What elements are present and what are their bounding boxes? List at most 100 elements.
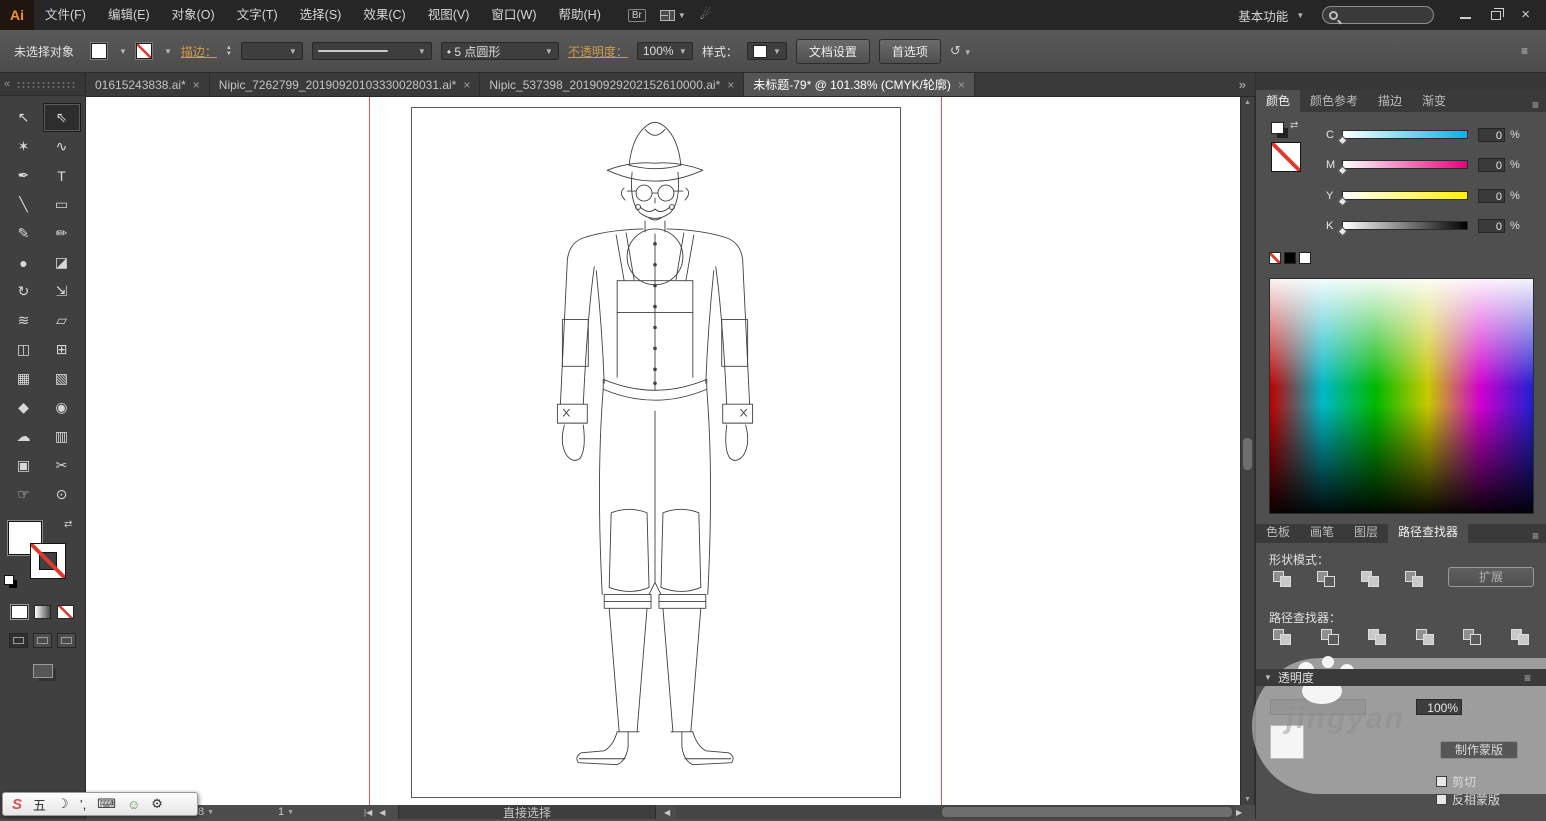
fill-swatch[interactable] bbox=[91, 43, 108, 59]
search-input[interactable] bbox=[1322, 6, 1435, 24]
white-swatch[interactable] bbox=[1299, 252, 1311, 264]
close-tab-icon[interactable]: × bbox=[463, 78, 470, 92]
black-slider[interactable] bbox=[1342, 221, 1468, 230]
scroll-down-icon[interactable]: ▼ bbox=[1241, 796, 1254, 803]
ime-logo[interactable]: S bbox=[12, 796, 22, 813]
variable-width-profile-dropdown[interactable]: ▼ bbox=[311, 42, 432, 60]
intersect-button[interactable] bbox=[1358, 569, 1384, 589]
transparency-opacity-field[interactable]: 100% ▼ bbox=[1416, 699, 1475, 715]
vertical-scroll-thumb[interactable] bbox=[1243, 438, 1252, 470]
ime-keyboard-icon[interactable]: ⌨ bbox=[97, 796, 116, 812]
arrange-documents-button[interactable]: ▼ bbox=[659, 9, 686, 21]
symbol-sprayer-tool[interactable]: ☁ bbox=[5, 422, 43, 451]
gradient-button[interactable] bbox=[34, 605, 51, 619]
exclude-button[interactable] bbox=[1402, 569, 1428, 589]
hand-tool[interactable]: ☞ bbox=[5, 480, 43, 509]
close-tab-icon[interactable]: × bbox=[958, 78, 965, 92]
make-mask-button[interactable]: 制作蒙版 bbox=[1440, 741, 1518, 759]
divide-button[interactable] bbox=[1270, 627, 1296, 647]
slice-tool[interactable]: ✂ bbox=[43, 451, 81, 480]
gradient-tool[interactable]: ▧ bbox=[43, 364, 81, 393]
tab-overflow-chevron[interactable]: » bbox=[1230, 73, 1255, 96]
opacity-field[interactable]: 100% ▼ bbox=[636, 42, 693, 60]
previous-artboard-icon[interactable]: ◀ bbox=[379, 808, 385, 817]
mini-fill-stroke-icon[interactable] bbox=[1271, 122, 1284, 134]
gesture-icon[interactable]: ☄ bbox=[700, 7, 712, 23]
document-tab[interactable]: Nipic_7262799_20190920103330028031.ai* × bbox=[210, 73, 481, 96]
draw-inside-button[interactable] bbox=[57, 633, 76, 648]
transparency-header[interactable]: ▼ 透明度 ≡ bbox=[1256, 669, 1546, 686]
type-tool[interactable]: T bbox=[43, 161, 81, 190]
tab-color[interactable]: 颜色 bbox=[1256, 90, 1301, 112]
trim-button[interactable] bbox=[1318, 627, 1344, 647]
menu-edit[interactable]: 编辑(E) bbox=[97, 0, 161, 30]
merge-button[interactable] bbox=[1365, 627, 1391, 647]
width-tool[interactable]: ≋ bbox=[5, 306, 43, 335]
none-button[interactable] bbox=[57, 605, 74, 619]
stroke-swatch[interactable] bbox=[135, 43, 152, 59]
collapse-dock-icon[interactable]: « bbox=[4, 78, 10, 90]
selection-tool[interactable]: ↖ bbox=[5, 103, 43, 132]
minimize-button[interactable] bbox=[1460, 11, 1472, 19]
panel-menu-icon[interactable]: ≡ bbox=[1525, 98, 1546, 112]
canvas[interactable] bbox=[86, 97, 1240, 805]
collapse-panels-icon[interactable]: ≡ bbox=[1521, 44, 1532, 58]
menu-effect[interactable]: 效果(C) bbox=[352, 0, 416, 30]
cyan-slider[interactable] bbox=[1342, 130, 1468, 139]
reset-basic-icon[interactable]: ↺ ▼ bbox=[950, 43, 972, 59]
lasso-tool[interactable]: ∿ bbox=[43, 132, 81, 161]
blend-tool[interactable]: ◉ bbox=[43, 393, 81, 422]
magic-wand-tool[interactable]: ✶ bbox=[5, 132, 43, 161]
preferences-button[interactable]: 首选项 bbox=[878, 38, 941, 64]
brush-definition-dropdown[interactable]: • 5 点圆形 ▼ bbox=[440, 42, 559, 60]
invert-mask-checkbox[interactable] bbox=[1436, 794, 1447, 805]
stroke-color-swatch[interactable] bbox=[30, 543, 66, 579]
tab-layers[interactable]: 图层 bbox=[1344, 521, 1388, 543]
free-transform-tool[interactable]: ▱ bbox=[43, 306, 81, 335]
collapse-triangle-icon[interactable]: ▼ bbox=[1264, 673, 1272, 682]
bridge-button[interactable]: Br bbox=[627, 8, 646, 22]
expand-button[interactable]: 扩展 bbox=[1448, 567, 1534, 587]
scroll-left-icon[interactable]: ◀ bbox=[664, 805, 670, 819]
stroke-panel-link[interactable]: 描边： bbox=[181, 43, 217, 60]
horizontal-scrollbar[interactable] bbox=[676, 805, 1234, 819]
tab-color-guide[interactable]: 颜色参考 bbox=[1300, 90, 1368, 112]
menu-select[interactable]: 选择(S) bbox=[289, 0, 353, 30]
stroke-weight-dropdown[interactable]: ▼ bbox=[240, 42, 303, 60]
rotate-tool[interactable]: ↻ bbox=[5, 277, 43, 306]
blob-brush-tool[interactable]: ● bbox=[5, 248, 43, 277]
scale-tool[interactable]: ⇲ bbox=[43, 277, 81, 306]
menu-window[interactable]: 窗口(W) bbox=[480, 0, 547, 30]
close-tab-icon[interactable]: × bbox=[727, 78, 734, 92]
yellow-slider[interactable] bbox=[1342, 191, 1468, 200]
first-artboard-icon[interactable]: |◀ bbox=[364, 808, 372, 817]
ime-skin-icon[interactable]: ☺ bbox=[127, 797, 140, 812]
swap-fill-stroke-icon[interactable]: ⇄ bbox=[64, 519, 72, 530]
none-swatch[interactable] bbox=[1269, 252, 1281, 264]
tab-stroke[interactable]: 描边 bbox=[1368, 90, 1412, 112]
document-setup-button[interactable]: 文档设置 bbox=[795, 38, 870, 64]
outline-button[interactable] bbox=[1460, 627, 1486, 647]
menu-file[interactable]: 文件(F) bbox=[34, 0, 97, 30]
magenta-value[interactable]: 0 bbox=[1478, 158, 1505, 172]
tab-pathfinder[interactable]: 路径查找器 bbox=[1388, 521, 1469, 543]
tab-brushes[interactable]: 画笔 bbox=[1300, 521, 1344, 543]
black-swatch[interactable] bbox=[1284, 252, 1296, 264]
default-fill-stroke-icon[interactable] bbox=[4, 575, 14, 585]
shape-builder-tool[interactable]: ◫ bbox=[5, 335, 43, 364]
document-tab[interactable]: 01615243838.ai* × bbox=[86, 73, 210, 96]
workspace-switcher[interactable]: 基本功能 ▼ bbox=[1238, 6, 1304, 25]
minus-back-button[interactable] bbox=[1508, 627, 1534, 647]
eyedropper-tool[interactable]: ◆ bbox=[5, 393, 43, 422]
document-tab-active[interactable]: 未标题-79* @ 101.38% (CMYK/轮廓) × bbox=[744, 73, 975, 96]
ime-halfwidth-icon[interactable]: ☽ bbox=[57, 796, 69, 812]
document-tab[interactable]: Nipic_537398_20190929202152610000.ai* × bbox=[480, 73, 745, 96]
black-value[interactable]: 0 bbox=[1478, 219, 1505, 233]
minus-front-button[interactable] bbox=[1314, 569, 1340, 589]
ime-settings-icon[interactable]: ⚙ bbox=[151, 796, 163, 812]
zoom-tool[interactable]: ⊙ bbox=[43, 480, 81, 509]
active-fill-swatch[interactable] bbox=[1271, 142, 1301, 172]
panel-menu-icon[interactable]: ≡ bbox=[1525, 529, 1546, 543]
menu-type[interactable]: 文字(T) bbox=[226, 0, 289, 30]
zoom-field[interactable]: 8 ▼ bbox=[198, 805, 214, 819]
